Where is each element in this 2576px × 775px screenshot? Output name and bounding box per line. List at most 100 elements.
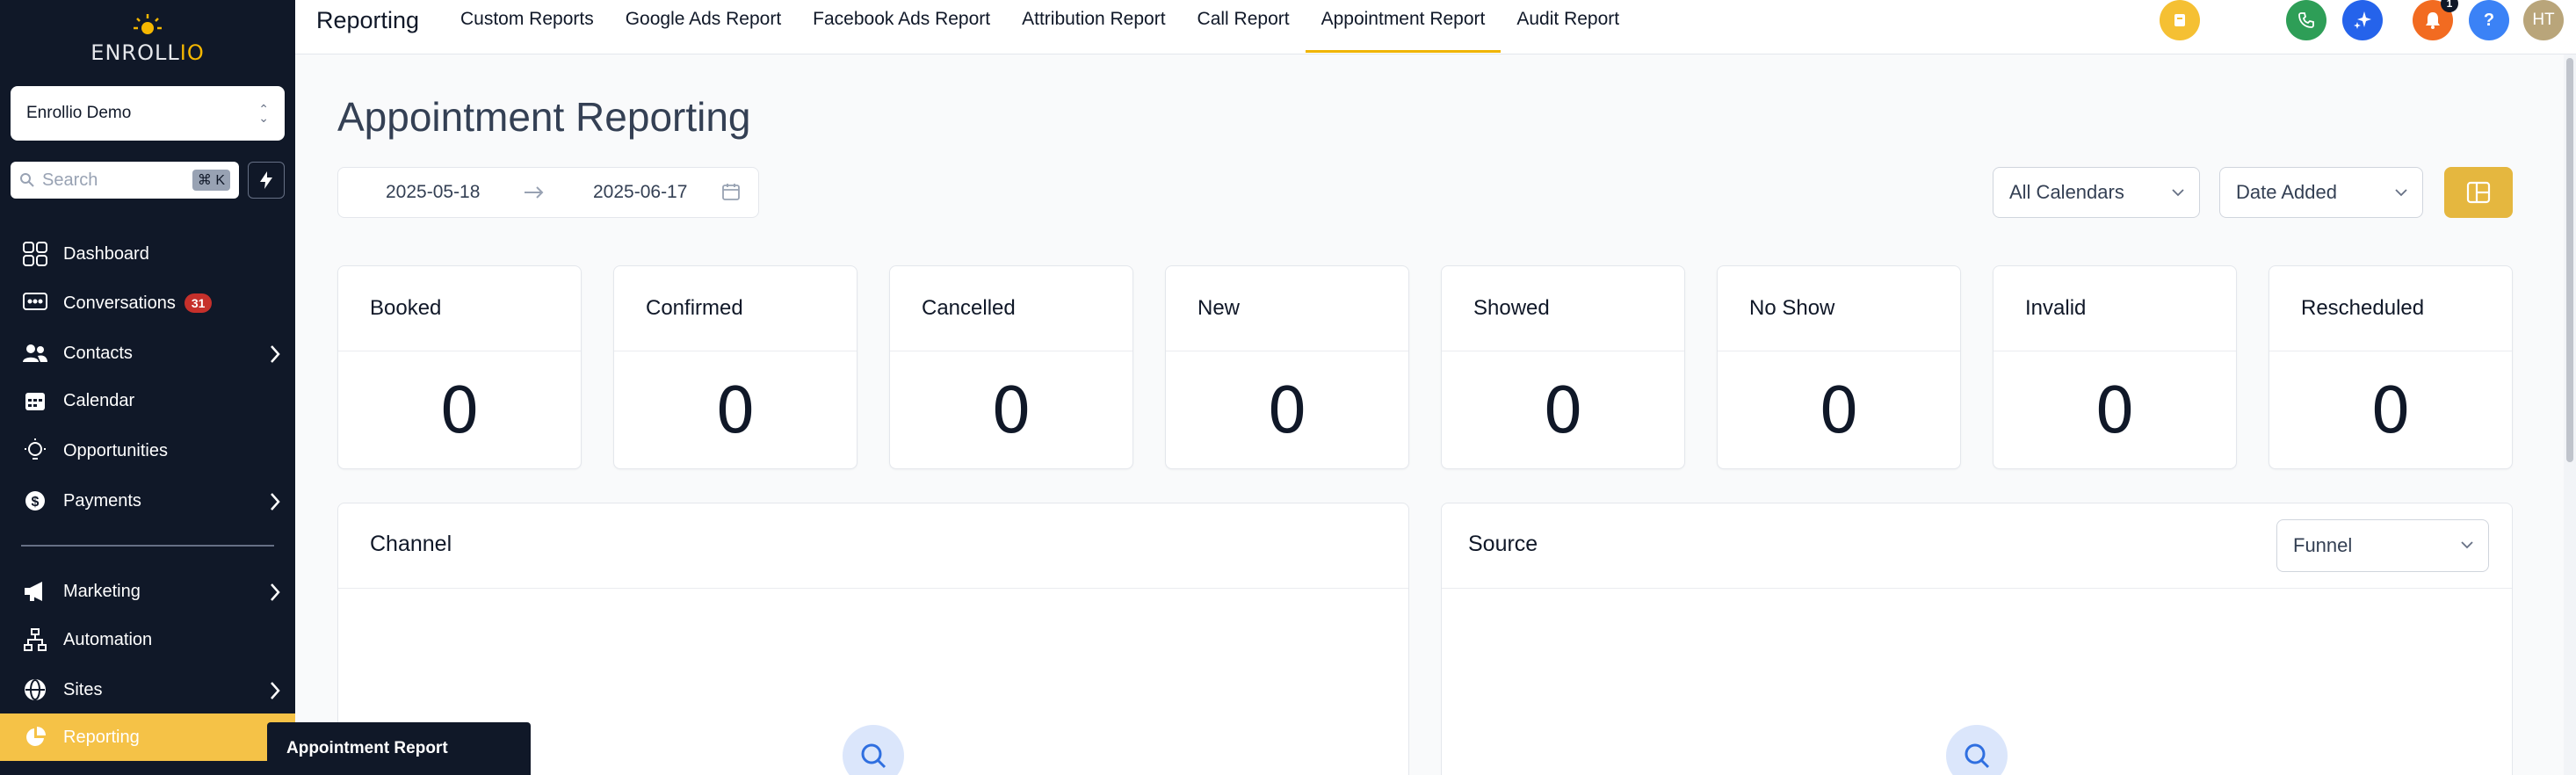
date-type-select[interactable]: Date Added	[2219, 167, 2423, 218]
header-title: Reporting	[316, 7, 420, 33]
sidebar-item-opportunities[interactable]: Opportunities	[0, 427, 295, 474]
logo-text: ENROLL	[90, 40, 180, 65]
brand-logo[interactable]: ENROLLIO	[0, 11, 295, 65]
source-panel: Source Funnel	[1441, 503, 2513, 775]
avatar[interactable]: HT	[2523, 0, 2564, 40]
announcements-button[interactable]	[2160, 0, 2200, 40]
date-end[interactable]: 2025-06-17	[593, 182, 687, 203]
help-button[interactable]: ?	[2469, 0, 2509, 40]
search-shortcut: ⌘ K	[192, 170, 230, 191]
unread-count-badge: 31	[184, 293, 213, 313]
empty-state-search-icon	[843, 725, 904, 775]
chevron-right-icon	[271, 583, 280, 601]
sidebar-item-label: Conversations	[63, 293, 176, 313]
stat-card-showed: Showed 0	[1441, 265, 1685, 469]
bell-icon	[2426, 12, 2440, 29]
date-type-value: Date Added	[2236, 181, 2337, 203]
search-input[interactable]: Search ⌘ K	[11, 162, 239, 199]
sidebar-item-label: Marketing	[63, 581, 141, 601]
sidebar-item-label: Calendar	[63, 390, 135, 410]
tab-custom-reports[interactable]: Custom Reports	[445, 0, 610, 53]
stat-value: 0	[1819, 373, 1859, 447]
date-range-picker[interactable]: 2025-05-18 2025-06-17	[337, 167, 759, 218]
scrollbar-thumb[interactable]	[2566, 58, 2573, 462]
tab-attribution-report[interactable]: Attribution Report	[1006, 0, 1181, 53]
ai-assistant-button[interactable]	[2342, 0, 2383, 40]
stat-value: 0	[439, 373, 480, 447]
chevron-down-icon	[2461, 541, 2473, 549]
quick-actions-button[interactable]	[248, 162, 285, 199]
stat-label: New	[1198, 296, 1241, 320]
search-placeholder: Search	[42, 170, 98, 190]
report-tabs: Custom Reports Google Ads Report Faceboo…	[445, 0, 1635, 53]
tab-appointment-report[interactable]: Appointment Report	[1305, 0, 1501, 53]
help-icon: ?	[2483, 10, 2495, 30]
stat-card-booked: Booked 0	[337, 265, 582, 469]
sidebar-item-dashboard[interactable]: Dashboard	[0, 230, 295, 278]
tab-audit-report[interactable]: Audit Report	[1501, 0, 1635, 53]
arrow-right-icon	[525, 186, 544, 199]
chat-icon	[21, 289, 49, 317]
chevron-down-icon	[2395, 189, 2407, 197]
notifications-button[interactable]: 1	[2413, 0, 2458, 40]
chevron-right-icon	[271, 345, 280, 363]
stat-value: 0	[1267, 373, 1307, 447]
phone-icon	[2298, 12, 2314, 28]
stat-card-new: New 0	[1165, 265, 1409, 469]
pie-chart-icon	[21, 723, 49, 751]
sidebar-item-label: Automation	[63, 629, 153, 649]
sidebar-item-conversations[interactable]: Conversations 31	[0, 279, 295, 327]
sidebar-item-sites[interactable]: Sites	[0, 666, 295, 713]
stat-card-cancelled: Cancelled 0	[889, 265, 1133, 469]
chevron-updown-icon: ⌃ ⌄	[258, 102, 269, 125]
sidebar-item-calendar[interactable]: Calendar	[0, 377, 295, 424]
sidebar-item-payments[interactable]: $ Payments	[0, 477, 295, 525]
logo-text-accent: IO	[179, 40, 205, 65]
dollar-icon: $	[21, 487, 49, 515]
avatar-initials: HT	[2532, 11, 2555, 29]
calendar-icon	[722, 184, 740, 200]
stat-card-confirmed: Confirmed 0	[613, 265, 857, 469]
panel-title: Source	[1468, 532, 1538, 556]
lightbulb-icon	[21, 437, 49, 465]
chevron-down-icon	[2172, 189, 2184, 197]
empty-state-search-icon	[1946, 725, 2008, 775]
page-title: Appointment Reporting	[337, 94, 751, 140]
stat-card-no-show: No Show 0	[1717, 265, 1961, 469]
calendar-filter-select[interactable]: All Calendars	[1993, 167, 2200, 218]
page-scrollbar[interactable]	[2564, 54, 2576, 775]
sidebar-item-marketing[interactable]: Marketing	[0, 568, 295, 615]
stat-label: Invalid	[2025, 296, 2087, 320]
panel-title: Channel	[370, 532, 452, 556]
tab-google-ads-report[interactable]: Google Ads Report	[610, 0, 797, 53]
layout-toggle-button[interactable]	[2444, 167, 2513, 218]
stat-card-rescheduled: Rescheduled 0	[2268, 265, 2513, 469]
sidebar-item-automation[interactable]: Automation	[0, 616, 295, 663]
tab-facebook-ads-report[interactable]: Facebook Ads Report	[797, 0, 1006, 53]
sidebar-item-label: Payments	[63, 490, 141, 511]
stat-value: 0	[2095, 373, 2135, 447]
sidebar-item-contacts[interactable]: Contacts	[0, 330, 295, 377]
sun-logo-icon	[134, 14, 162, 34]
calendar-icon	[21, 387, 49, 415]
stat-value: 0	[991, 373, 1031, 447]
stat-label: Booked	[370, 296, 442, 320]
sidebar-item-reporting[interactable]: Reporting	[0, 713, 295, 761]
source-filter-select[interactable]: Funnel	[2276, 519, 2489, 572]
globe-icon	[21, 676, 49, 704]
phone-button[interactable]	[2286, 0, 2326, 40]
account-switcher[interactable]: Enrollio Demo ⌃ ⌄	[11, 86, 285, 141]
sidebar-tooltip: Appointment Report	[267, 722, 531, 775]
stat-label: Rescheduled	[2301, 296, 2425, 320]
layout-icon	[2466, 181, 2491, 204]
account-name: Enrollio Demo	[26, 104, 132, 122]
stat-value: 0	[1543, 373, 1583, 447]
sidebar-item-label: Sites	[63, 679, 103, 699]
date-start[interactable]: 2025-05-18	[386, 182, 480, 203]
workflow-icon	[21, 626, 49, 654]
sparkle-icon	[2354, 11, 2371, 29]
tab-call-report[interactable]: Call Report	[1182, 0, 1306, 53]
stat-label: Cancelled	[922, 296, 1016, 320]
search-icon	[20, 173, 34, 187]
book-icon	[2174, 14, 2185, 26]
